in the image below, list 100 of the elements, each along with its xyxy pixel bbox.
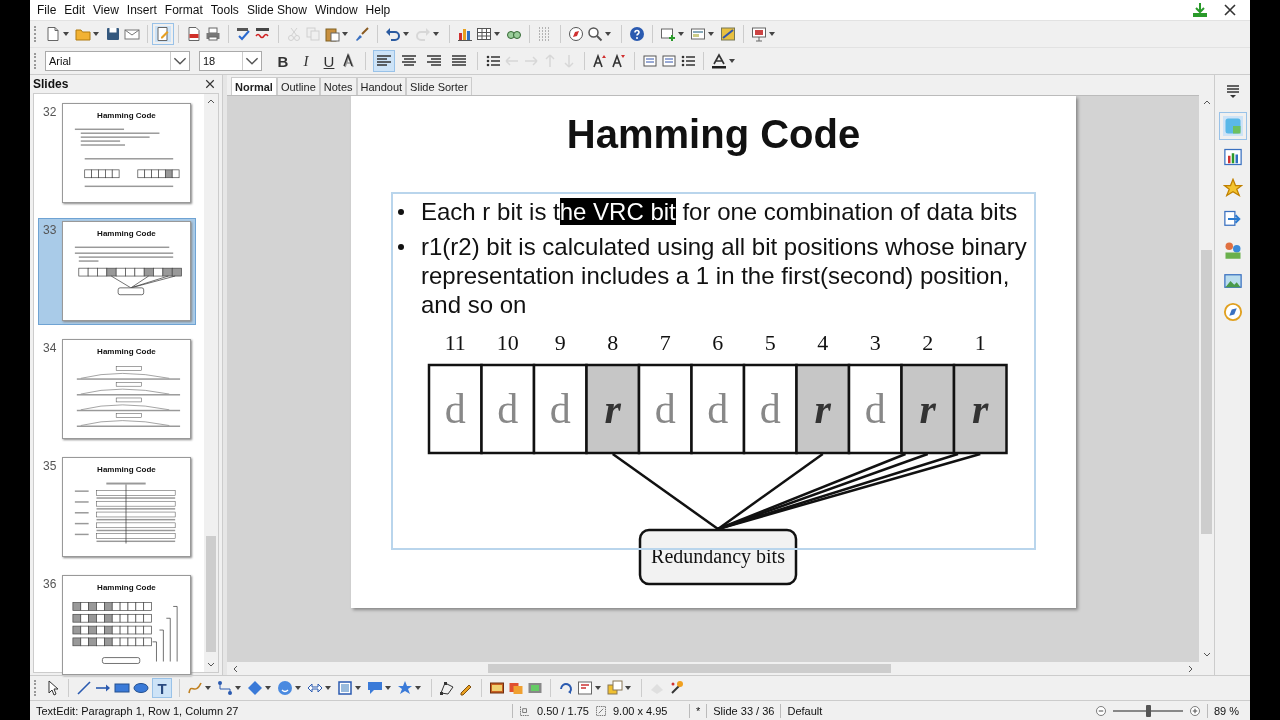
- menu-item[interactable]: File: [33, 3, 61, 17]
- menu-item[interactable]: Edit: [60, 3, 90, 17]
- menu-icon[interactable]: [1224, 83, 1241, 99]
- zoom-in-icon[interactable]: [1189, 704, 1201, 717]
- callout-icon[interactable]: [367, 680, 383, 696]
- dropdown-caret-icon[interactable]: [355, 686, 361, 690]
- dropdown-caret-icon[interactable]: [729, 59, 735, 63]
- pointer-icon[interactable]: [45, 680, 61, 696]
- slide-thumbnail[interactable]: Hamming Code: [61, 575, 191, 675]
- dropdown-caret-icon[interactable]: [325, 686, 331, 690]
- dropdown-caret-icon[interactable]: [494, 32, 500, 36]
- menu-item[interactable]: View: [89, 3, 123, 17]
- dropdown-caret-icon[interactable]: [295, 686, 301, 690]
- line-icon[interactable]: [76, 680, 92, 696]
- slide-thumbnail[interactable]: Hamming Code: [61, 103, 191, 203]
- scroll-thumb[interactable]: [206, 536, 216, 652]
- table-icon[interactable]: [476, 26, 492, 42]
- dropdown-caret-icon[interactable]: [63, 32, 69, 36]
- connector-icon[interactable]: [217, 680, 233, 696]
- dropdown-caret-icon[interactable]: [678, 32, 684, 36]
- navigator-icon[interactable]: [1222, 302, 1243, 322]
- ellipse-icon[interactable]: [133, 680, 149, 696]
- align-left-icon[interactable]: [373, 50, 395, 72]
- slide-thumbnail-row[interactable]: 36 Hamming Code: [38, 572, 196, 679]
- dropdown-caret-icon[interactable]: [595, 686, 601, 690]
- zoom-out-icon[interactable]: [1095, 704, 1107, 717]
- bold-button[interactable]: B: [273, 52, 293, 70]
- paintbrush-icon[interactable]: [354, 26, 370, 42]
- star-icon[interactable]: [1222, 178, 1243, 198]
- dropdown-caret-icon[interactable]: [433, 32, 439, 36]
- decrease-font-icon[interactable]: [611, 53, 627, 69]
- bullet-list-icon[interactable]: [485, 53, 501, 69]
- scrollbar[interactable]: [204, 94, 218, 672]
- menu-item[interactable]: Window: [310, 3, 362, 17]
- gallery-icon[interactable]: [1222, 271, 1243, 291]
- dropdown-caret-icon[interactable]: [708, 32, 714, 36]
- new-slide-icon[interactable]: [660, 26, 676, 42]
- points-icon[interactable]: [439, 680, 455, 696]
- slide-thumbnail-row[interactable]: 34 Hamming Code: [38, 336, 196, 443]
- list-settings-icon[interactable]: [680, 53, 696, 69]
- dropdown-caret-icon[interactable]: [385, 686, 391, 690]
- email-icon[interactable]: [124, 26, 140, 42]
- rectangle-icon[interactable]: [114, 680, 130, 696]
- scroll-down-icon[interactable]: [1202, 652, 1211, 657]
- dropdown-caret-icon[interactable]: [769, 32, 775, 36]
- font-name-field[interactable]: Arial: [45, 51, 190, 71]
- download-icon[interactable]: [1192, 2, 1208, 18]
- menu-item[interactable]: Slide Show: [242, 3, 311, 17]
- menu-item[interactable]: Help: [361, 3, 395, 17]
- compass-icon[interactable]: [568, 26, 584, 42]
- view-tab[interactable]: Normal: [231, 77, 277, 95]
- paragraph-icon[interactable]: [642, 53, 658, 69]
- diamond-icon[interactable]: [247, 680, 263, 696]
- view-tab[interactable]: Notes: [319, 77, 357, 95]
- increase-font-icon[interactable]: [592, 53, 608, 69]
- view-tab[interactable]: Slide Sorter: [406, 77, 472, 95]
- scroll-up-icon[interactable]: [1202, 100, 1211, 105]
- slide-thumbnail[interactable]: Hamming Code: [61, 221, 191, 321]
- undo-icon[interactable]: [385, 26, 401, 42]
- align-icon[interactable]: [577, 680, 593, 696]
- printer-icon[interactable]: [205, 26, 221, 42]
- italic-button[interactable]: I: [296, 52, 316, 70]
- dropdown-caret-icon[interactable]: [235, 686, 241, 690]
- image-icon[interactable]: [489, 680, 505, 696]
- dropdown-caret-icon[interactable]: [342, 32, 348, 36]
- scroll-down-icon[interactable]: [207, 662, 215, 667]
- underline-button[interactable]: U: [319, 52, 339, 70]
- chevron-down-icon[interactable]: [242, 52, 261, 70]
- zoom-icon[interactable]: [587, 26, 603, 42]
- slide-thumbnail-row[interactable]: 32 Hamming Code: [38, 100, 196, 207]
- edit-document-icon[interactable]: [155, 26, 171, 42]
- dropdown-caret-icon[interactable]: [93, 32, 99, 36]
- dropdown-caret-icon[interactable]: [415, 686, 421, 690]
- new-document-icon[interactable]: [45, 26, 61, 42]
- paste-icon[interactable]: [324, 26, 340, 42]
- transition-icon[interactable]: [1222, 209, 1243, 229]
- save-icon[interactable]: [105, 26, 121, 42]
- dropdown-caret-icon[interactable]: [403, 32, 409, 36]
- spellcheck-icon[interactable]: [236, 26, 252, 42]
- slide-thumbnail[interactable]: Hamming Code: [61, 457, 191, 557]
- view-tab[interactable]: Handout: [356, 77, 407, 95]
- scroll-right-icon[interactable]: [1188, 664, 1193, 673]
- font-color-icon[interactable]: [711, 53, 727, 69]
- movie-icon[interactable]: [527, 680, 543, 696]
- view-tab[interactable]: Outline: [276, 77, 320, 95]
- scroll-up-icon[interactable]: [207, 99, 215, 104]
- bar-chart-icon[interactable]: [457, 26, 473, 42]
- close-icon[interactable]: [1222, 2, 1238, 18]
- slideshow-icon[interactable]: [751, 26, 767, 42]
- star-icon[interactable]: [397, 680, 413, 696]
- slide-thumbnail-row[interactable]: 35 Hamming Code: [38, 454, 196, 561]
- scroll-thumb[interactable]: [1201, 249, 1212, 535]
- dropdown-caret-icon[interactable]: [205, 686, 211, 690]
- scroll-left-icon[interactable]: [233, 664, 238, 673]
- menu-item[interactable]: Tools: [206, 3, 243, 17]
- slide-thumbnail[interactable]: Hamming Code: [61, 339, 191, 439]
- dropdown-caret-icon[interactable]: [625, 686, 631, 690]
- zoom-slider-thumb[interactable]: [1146, 704, 1151, 717]
- menu-item[interactable]: Format: [160, 3, 207, 17]
- dropdown-caret-icon[interactable]: [265, 686, 271, 690]
